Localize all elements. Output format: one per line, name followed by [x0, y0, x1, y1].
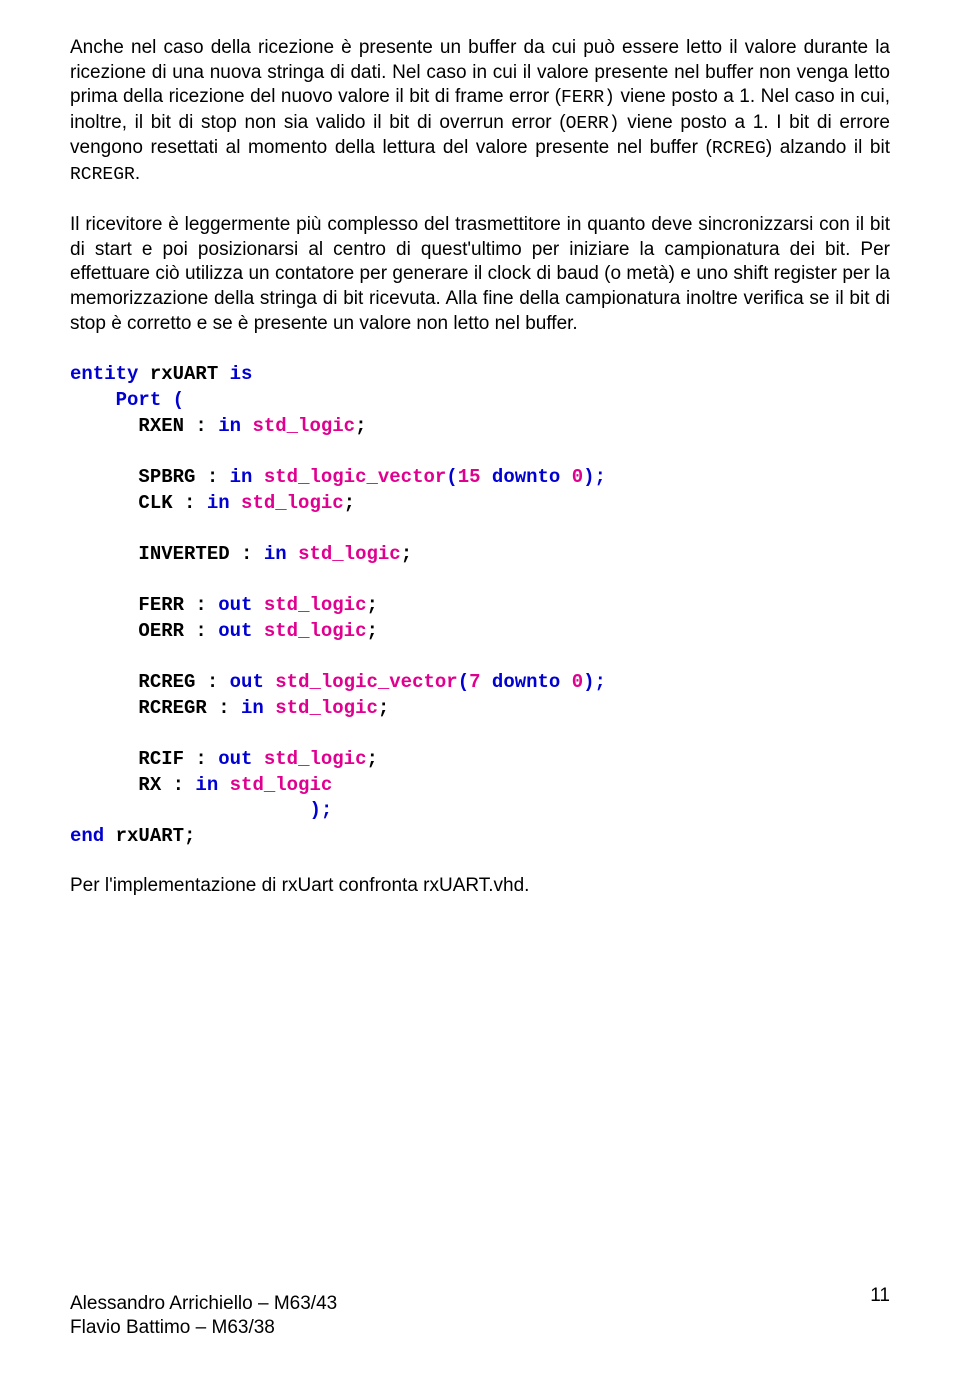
footer-authors: Alessandro Arrichiello – M63/43 Flavio B… — [70, 1292, 337, 1341]
footer-line-1: Alessandro Arrichiello – M63/43 — [70, 1292, 337, 1317]
page-number: 11 — [870, 1284, 890, 1309]
paragraph-after-code: Per l'implementazione di rxUart confront… — [70, 874, 890, 899]
paragraph-2: Il ricevitore è leggermente più compless… — [70, 213, 890, 336]
vhdl-code-block: entity rxUART is Port ( RXEN : in std_lo… — [70, 362, 890, 849]
footer-line-2: Flavio Battimo – M63/38 — [70, 1316, 337, 1341]
document-page: Anche nel caso della ricezione è present… — [0, 0, 960, 1381]
paragraph-1: Anche nel caso della ricezione è present… — [70, 36, 890, 187]
